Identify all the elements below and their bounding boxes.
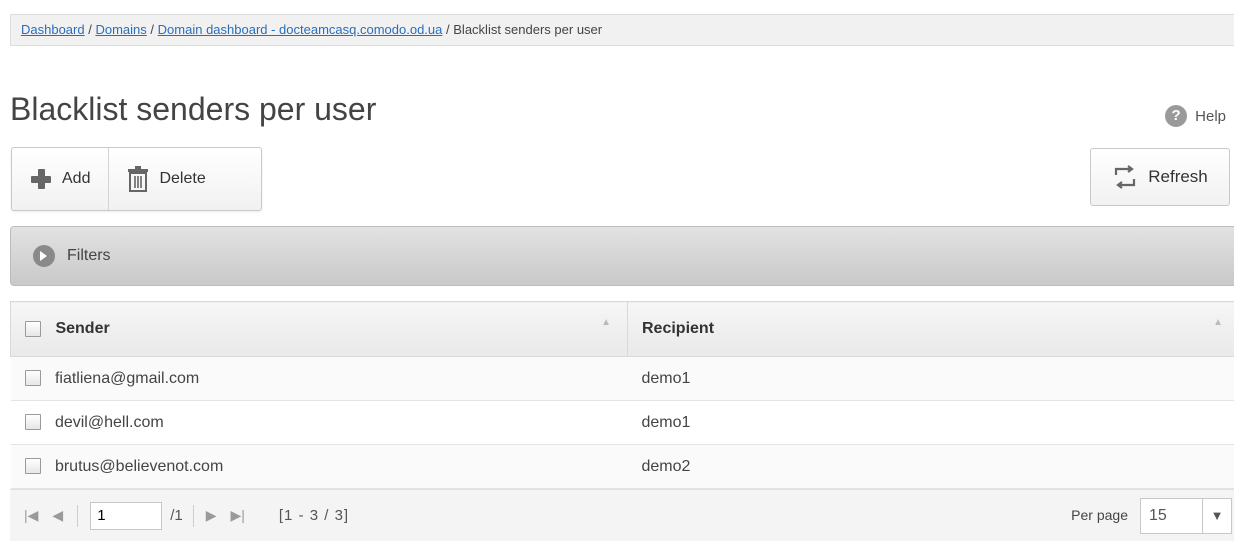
pager-divider: [192, 504, 194, 527]
first-page-icon[interactable]: |◀: [24, 507, 38, 524]
sender-value: devil@hell.com: [54, 413, 164, 431]
last-page-icon[interactable]: ▶|: [230, 507, 244, 524]
plus-icon: [30, 168, 52, 190]
column-header-recipient[interactable]: Recipient ▲: [627, 301, 1234, 357]
page-number-input[interactable]: [90, 501, 163, 530]
prev-page-icon[interactable]: ◀: [52, 507, 63, 524]
sender-cell: fiatliena@gmail.com: [10, 356, 628, 401]
breadcrumb-domain-dashboard-link[interactable]: Domain dashboard - docteamcasq.comodo.od…: [158, 22, 443, 37]
trash-icon: [128, 166, 149, 192]
per-page-select[interactable]: 15 ▼: [1140, 498, 1232, 534]
recipient-cell: demo1: [627, 400, 1234, 445]
total-pages: /1: [170, 507, 183, 524]
breadcrumb-separator: /: [88, 22, 92, 37]
dropdown-arrow-icon: ▼: [1202, 499, 1231, 533]
action-toolbar: Add Delete: [11, 147, 262, 211]
chevron-right-icon: [33, 245, 55, 267]
help-link[interactable]: ? Help: [1165, 105, 1226, 127]
column-header-recipient-label: Recipient: [642, 320, 715, 337]
table-row[interactable]: brutus@believenot.com demo2: [10, 444, 1234, 489]
per-page-label: Per page: [1071, 507, 1128, 523]
senders-table: Sender ▲ Recipient ▲ fiatliena@gmail.com…: [10, 301, 1234, 489]
sender-cell: devil@hell.com: [10, 400, 628, 445]
refresh-icon: [1115, 165, 1136, 189]
filters-label: Filters: [67, 247, 111, 264]
delete-button[interactable]: Delete: [108, 148, 223, 210]
filters-toggle[interactable]: Filters: [10, 226, 1234, 286]
row-checkbox[interactable]: [24, 414, 41, 431]
breadcrumb-current: Blacklist senders per user: [453, 22, 603, 37]
breadcrumb-domains-link[interactable]: Domains: [95, 22, 146, 37]
table-row[interactable]: devil@hell.com demo1: [10, 400, 1234, 445]
row-checkbox[interactable]: [24, 458, 41, 475]
add-button[interactable]: Add: [12, 148, 108, 210]
breadcrumb: Dashboard / Domains / Domain dashboard -…: [10, 14, 1234, 46]
table-header-row: Sender ▲ Recipient ▲: [10, 301, 1234, 357]
sender-cell: brutus@believenot.com: [10, 444, 628, 489]
sender-value: brutus@believenot.com: [54, 457, 224, 475]
per-page-value: 15: [1149, 507, 1167, 524]
breadcrumb-separator: /: [446, 22, 450, 37]
recipient-cell: demo2: [627, 444, 1234, 489]
add-button-label: Add: [62, 170, 91, 187]
sort-arrow-icon: ▲: [601, 317, 611, 328]
pager-divider: [77, 504, 79, 527]
refresh-button[interactable]: Refresh: [1090, 148, 1230, 206]
table-row[interactable]: fiatliena@gmail.com demo1: [10, 356, 1234, 401]
recipient-cell: demo1: [627, 356, 1234, 401]
sort-arrow-icon: ▲: [1213, 317, 1223, 328]
record-range: [1 - 3 / 3]: [278, 507, 350, 524]
next-page-icon[interactable]: ▶: [206, 507, 217, 524]
column-header-sender[interactable]: Sender ▲: [10, 301, 628, 357]
pagination-bar: |◀ ◀ /1 ▶ ▶| [1 - 3 / 3] Per page 15 ▼: [10, 489, 1234, 541]
select-all-checkbox[interactable]: [25, 320, 41, 337]
delete-button-label: Delete: [159, 170, 206, 187]
help-label: Help: [1195, 107, 1226, 125]
help-icon: ?: [1165, 105, 1188, 127]
breadcrumb-separator: /: [150, 22, 155, 37]
breadcrumb-dashboard-link[interactable]: Dashboard: [21, 22, 85, 37]
sender-value: fiatliena@gmail.com: [54, 369, 200, 387]
page-title: Blacklist senders per user: [10, 91, 377, 127]
column-header-sender-label: Sender: [55, 320, 110, 337]
row-checkbox[interactable]: [24, 370, 41, 387]
refresh-button-label: Refresh: [1148, 167, 1208, 186]
